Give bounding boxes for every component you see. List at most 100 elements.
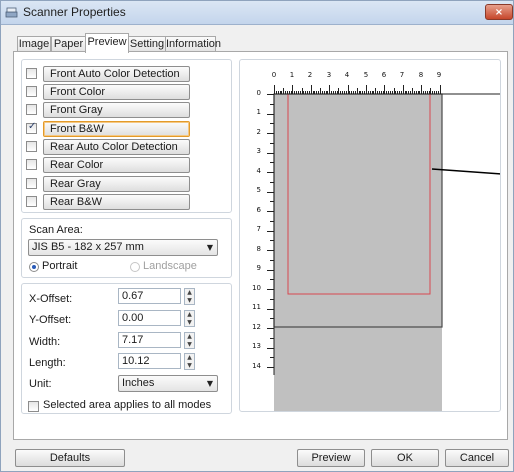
- mode-button-rear-bw[interactable]: Rear B&W: [43, 194, 190, 210]
- ruler-tick: [369, 91, 371, 94]
- tab-setting[interactable]: Setting: [128, 36, 166, 52]
- spin-up-icon[interactable]: ▲: [185, 311, 194, 318]
- ruler-tick: [270, 298, 274, 300]
- portrait-radio[interactable]: [29, 262, 39, 272]
- tab-information[interactable]: Information: [165, 36, 221, 52]
- x-offset-field[interactable]: 0.67: [118, 288, 181, 304]
- y-offset-stepper[interactable]: ▲ ▼: [184, 310, 195, 327]
- length-stepper[interactable]: ▲ ▼: [184, 353, 195, 370]
- ruler-tick: [267, 250, 274, 251]
- unit-select[interactable]: Inches ▼: [118, 375, 218, 392]
- preview-canvas[interactable]: [240, 60, 500, 411]
- spin-down-icon[interactable]: ▼: [185, 362, 194, 369]
- ruler-tick: [267, 152, 274, 154]
- mode-button-rear-gray[interactable]: Rear Gray: [43, 176, 190, 192]
- mode-checkbox[interactable]: [26, 68, 37, 79]
- ruler-label-y: 10: [252, 284, 261, 292]
- ruler-tick: [413, 91, 415, 94]
- ruler-tick: [325, 91, 327, 94]
- ruler-tick: [367, 91, 369, 94]
- spin-up-icon[interactable]: ▲: [185, 354, 194, 361]
- tab-paper[interactable]: Paper: [51, 36, 86, 52]
- ruler-tick: [375, 88, 377, 94]
- y-offset-field[interactable]: 0.00: [118, 310, 181, 326]
- spin-up-icon[interactable]: ▲: [185, 289, 194, 296]
- landscape-label: Landscape: [143, 260, 197, 272]
- mode-checkbox[interactable]: [26, 159, 37, 170]
- ruler-tick: [270, 279, 274, 281]
- cancel-button[interactable]: Cancel: [445, 449, 509, 467]
- mode-button-front-gray[interactable]: Front Gray: [43, 102, 190, 118]
- ruler-label-x: 8: [418, 71, 424, 79]
- ruler-label-y: 5: [256, 186, 261, 194]
- ruler-tick: [275, 91, 277, 94]
- spin-up-icon[interactable]: ▲: [185, 333, 194, 340]
- mode-checkbox[interactable]: [26, 86, 37, 97]
- ruler-tick: [362, 91, 364, 94]
- scan-area-label: Scan Area:: [29, 224, 83, 236]
- preview-button[interactable]: Preview: [297, 449, 365, 467]
- ruler-label-y: 1: [256, 108, 261, 116]
- ruler-tick: [329, 85, 331, 94]
- width-field[interactable]: 7.17: [118, 332, 181, 348]
- ruler-tick: [345, 91, 347, 94]
- tab-preview[interactable]: Preview: [85, 33, 129, 53]
- length-field[interactable]: 10.12: [118, 353, 181, 369]
- ruler-label-x: 0: [271, 71, 277, 79]
- x-offset-label: X-Offset:: [29, 293, 73, 305]
- ruler-tick: [423, 91, 425, 94]
- ruler-tick: [424, 91, 426, 94]
- ruler-tick: [301, 88, 303, 94]
- dropdown-arrow-icon: ▼: [206, 379, 213, 388]
- mode-button-front-auto-color[interactable]: Front Auto Color Detection: [43, 66, 190, 82]
- ruler-tick: [314, 91, 316, 94]
- ruler-tick: [391, 91, 393, 94]
- ruler-tick: [340, 91, 342, 94]
- defaults-button[interactable]: Defaults: [15, 449, 125, 467]
- ruler-tick: [285, 91, 287, 94]
- ruler-tick: [371, 91, 373, 94]
- ruler-tick: [267, 289, 274, 290]
- ruler-tick: [332, 91, 334, 94]
- ruler-tick: [270, 162, 274, 164]
- apply-all-checkbox[interactable]: [28, 401, 39, 412]
- ruler-tick: [338, 88, 340, 94]
- ruler-tick: [421, 85, 423, 94]
- mode-button-front-bw[interactable]: Front B&W: [43, 121, 190, 137]
- ruler-tick: [270, 201, 274, 203]
- width-stepper[interactable]: ▲ ▼: [184, 332, 195, 349]
- x-offset-stepper[interactable]: ▲ ▼: [184, 288, 195, 305]
- ruler-tick: [270, 259, 274, 261]
- tab-image[interactable]: Image: [17, 36, 51, 52]
- ruler-tick: [432, 91, 434, 94]
- ruler-tick: [358, 91, 360, 94]
- unit-value: Inches: [122, 377, 155, 389]
- spin-down-icon[interactable]: ▼: [185, 297, 194, 304]
- radio-selected-dot: [32, 265, 36, 269]
- mode-button-rear-color[interactable]: Rear Color: [43, 157, 190, 173]
- mode-checkbox[interactable]: [26, 178, 37, 189]
- ruler-tick: [354, 91, 356, 94]
- checkmark-icon: ✓: [28, 121, 37, 132]
- close-button[interactable]: ×: [485, 4, 513, 20]
- ruler-tick: [312, 91, 314, 94]
- ruler-tick: [270, 357, 274, 359]
- ok-button[interactable]: OK: [371, 449, 439, 467]
- ruler-tick: [307, 91, 309, 94]
- ruler-tick: [417, 91, 419, 94]
- landscape-radio[interactable]: [130, 262, 140, 272]
- ruler-tick: [270, 220, 274, 222]
- mode-button-rear-auto-color[interactable]: Rear Auto Color Detection: [43, 139, 190, 155]
- spin-down-icon[interactable]: ▼: [185, 341, 194, 348]
- ruler-tick: [404, 91, 406, 94]
- mode-checkbox[interactable]: ✓: [26, 121, 37, 134]
- scan-area-select[interactable]: JIS B5 - 182 x 257 mm ▼: [28, 239, 218, 256]
- ruler-label-x: 9: [436, 71, 442, 79]
- mode-checkbox[interactable]: [26, 104, 37, 115]
- spin-down-icon[interactable]: ▼: [185, 319, 194, 326]
- ruler-tick: [318, 91, 320, 94]
- mode-checkbox[interactable]: [26, 196, 37, 207]
- mode-button-front-color[interactable]: Front Color: [43, 84, 190, 100]
- mode-checkbox[interactable]: [26, 141, 37, 152]
- ruler-tick: [277, 91, 279, 94]
